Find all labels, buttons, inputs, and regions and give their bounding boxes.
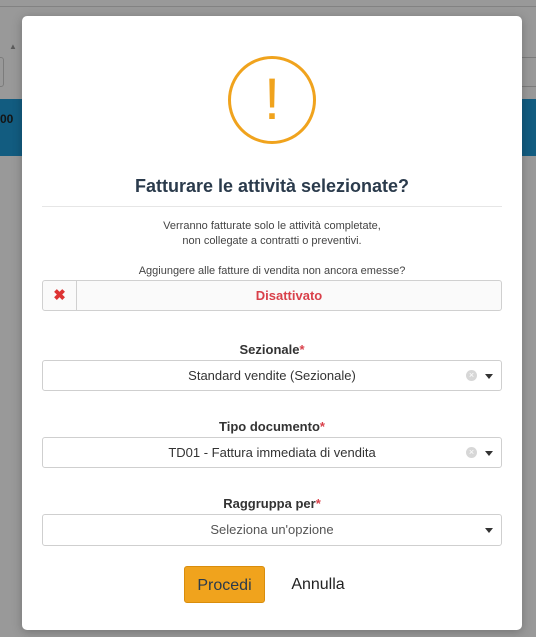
required-marker: * bbox=[315, 496, 321, 511]
title-divider bbox=[42, 206, 502, 207]
dialog-note-line1: Verranno fatturate solo le attività comp… bbox=[163, 220, 381, 232]
add-to-invoices-toggle[interactable]: ✖ Disattivato bbox=[42, 280, 502, 311]
required-marker: * bbox=[299, 342, 305, 357]
chevron-down-icon[interactable] bbox=[485, 528, 493, 533]
raggruppa-per-placeholder: Seleziona un'opzione bbox=[210, 522, 334, 537]
raggruppa-per-label-text: Raggruppa per bbox=[223, 496, 316, 511]
dialog-note-line2: non collegate a contratti o preventivi. bbox=[182, 235, 362, 247]
tipo-documento-label-text: Tipo documento bbox=[219, 419, 320, 434]
raggruppa-per-select[interactable]: Seleziona un'opzione bbox=[42, 514, 502, 546]
sezionale-label-text: Sezionale bbox=[239, 342, 300, 357]
chevron-down-icon[interactable] bbox=[485, 374, 493, 379]
tipo-documento-select[interactable]: TD01 - Fattura immediata di vendita × bbox=[42, 437, 502, 468]
tipo-documento-value: TD01 - Fattura immediata di vendita bbox=[168, 445, 376, 460]
chevron-down-icon[interactable] bbox=[485, 451, 493, 456]
warning-icon: ! bbox=[228, 56, 316, 144]
clear-icon[interactable]: × bbox=[466, 370, 477, 381]
toggle-state-label: Disattivato bbox=[255, 288, 323, 303]
confirm-dialog: ! Fatturare le attività selezionate? Ver… bbox=[22, 16, 522, 630]
dialog-title: Fatturare le attività selezionate? bbox=[134, 176, 410, 196]
close-icon: ✖ bbox=[43, 281, 77, 310]
clear-icon[interactable]: × bbox=[466, 447, 477, 458]
add-to-invoices-question: Aggiungere alle fatture di vendita non a… bbox=[138, 265, 406, 277]
raggruppa-per-label: Raggruppa per* bbox=[22, 496, 522, 511]
tipo-documento-label: Tipo documento* bbox=[22, 419, 522, 434]
sezionale-label: Sezionale* bbox=[22, 342, 522, 357]
required-marker: * bbox=[319, 419, 325, 434]
sezionale-select[interactable]: Standard vendite (Sezionale) × bbox=[42, 360, 502, 391]
annulla-button[interactable]: Annulla bbox=[282, 566, 354, 603]
procedi-button[interactable]: Procedi bbox=[184, 566, 265, 603]
sezionale-value: Standard vendite (Sezionale) bbox=[188, 368, 356, 383]
